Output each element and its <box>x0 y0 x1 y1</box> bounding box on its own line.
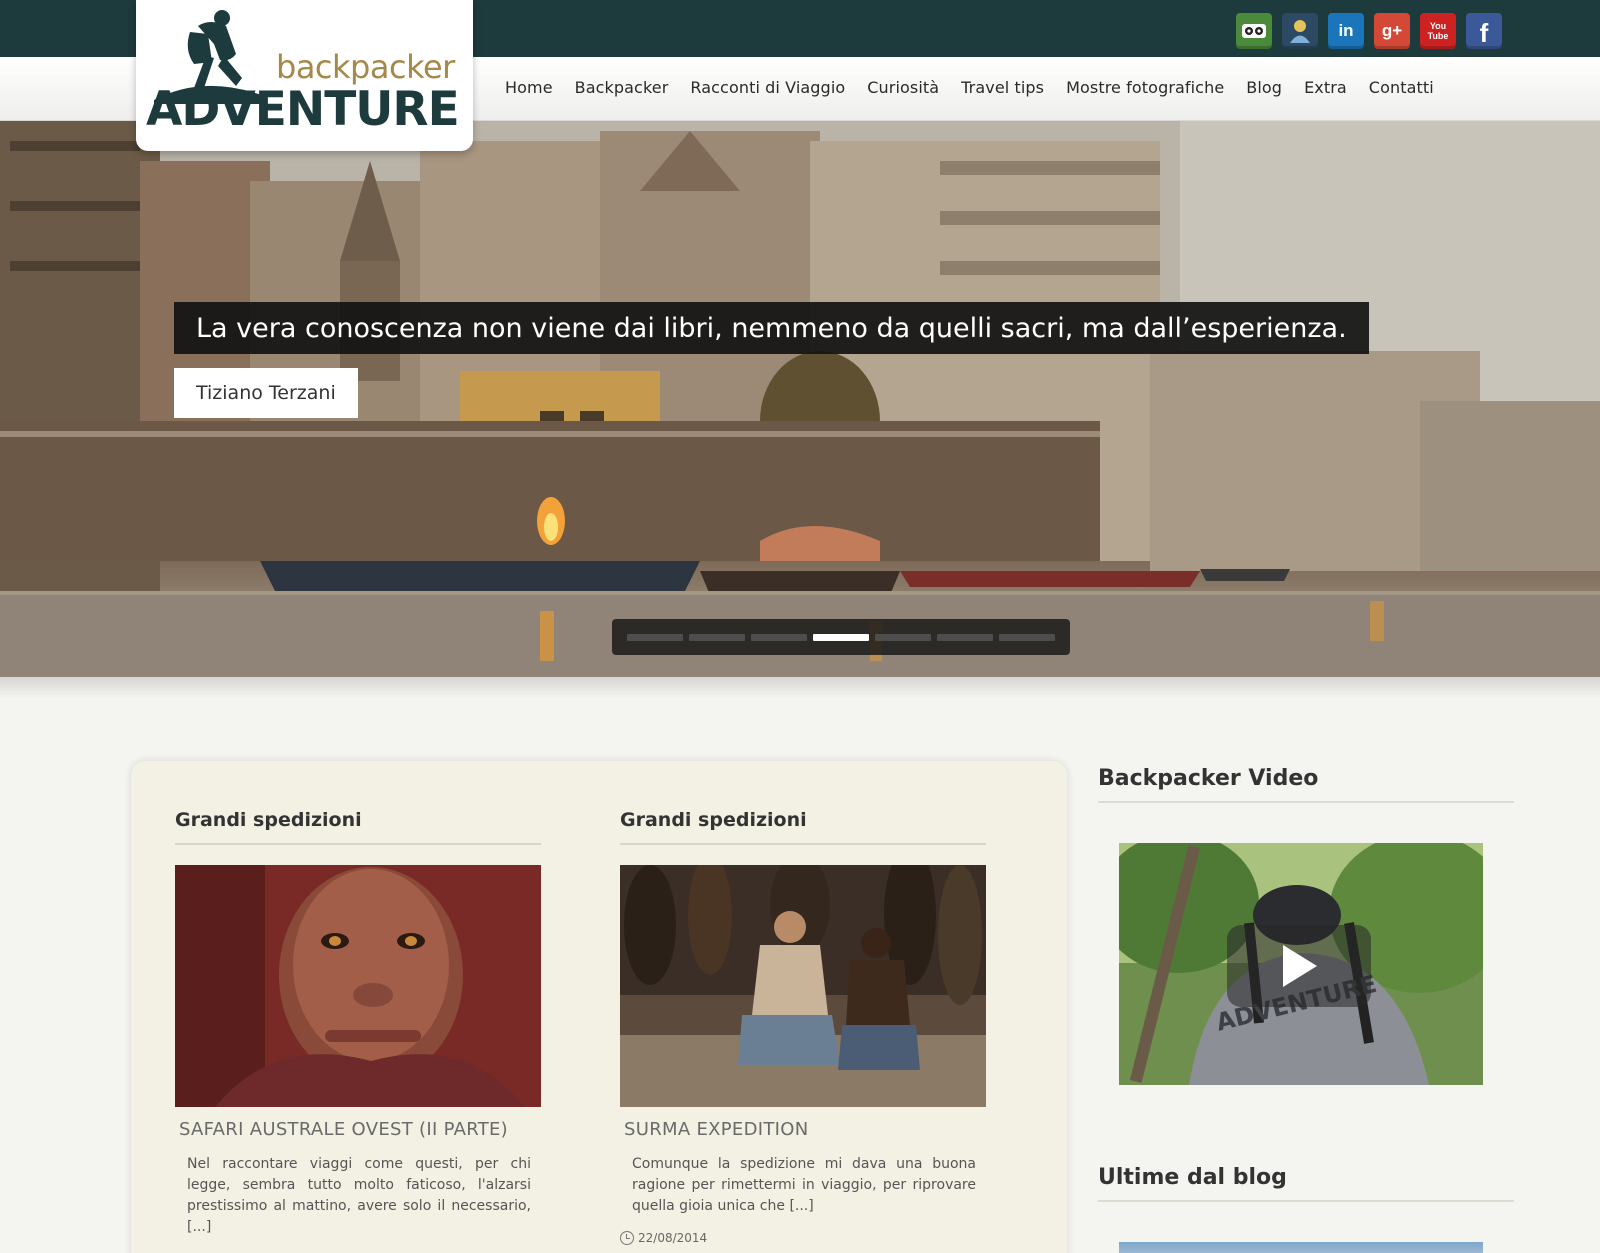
post-card: Grandi spedizioni SURMA EXPEDITION Comun… <box>620 761 986 1245</box>
child-portrait-image <box>175 865 541 1107</box>
linkedin-icon-label: in <box>1338 21 1354 40</box>
nav-travel-tips[interactable]: Travel tips <box>961 78 1044 97</box>
blog-post-thumbnail[interactable] <box>1119 1242 1483 1253</box>
tripadvisor-icon[interactable] <box>1236 13 1272 49</box>
tripadvisor-icon-glyph <box>1242 24 1266 38</box>
social-icons: in g+ You Tube f <box>1236 13 1502 49</box>
post-excerpt: Comunque la spedizione mi dava una buona… <box>632 1156 976 1214</box>
video-player[interactable]: ADVENTURE <box>1119 843 1483 1085</box>
nav-mostre-fotografiche[interactable]: Mostre fotografiche <box>1066 78 1224 97</box>
linkedin-icon[interactable]: in <box>1328 13 1364 49</box>
nav-home[interactable]: Home <box>505 78 553 97</box>
slider-pagination <box>612 619 1070 655</box>
post-date: 22/08/2014 <box>620 1231 986 1245</box>
clock-icon <box>620 1231 634 1245</box>
nav-extra[interactable]: Extra <box>1304 78 1347 97</box>
nav-backpacker[interactable]: Backpacker <box>575 78 669 97</box>
youtube-icon[interactable]: You Tube <box>1420 13 1456 49</box>
slide-dot-2[interactable] <box>689 633 745 641</box>
hero-slider: La vera conoscenza non viene dai libri, … <box>0 121 1600 677</box>
slide-dot-4[interactable] <box>813 633 869 641</box>
sidebar-blog-title: Ultime dal blog <box>1098 1165 1514 1202</box>
post-category[interactable]: Grandi spedizioni <box>620 809 986 845</box>
post-excerpt: Nel raccontare viaggi come questi, per c… <box>187 1156 531 1235</box>
facebook-icon-label: f <box>1479 18 1489 48</box>
play-icon <box>1283 945 1317 987</box>
slide-dot-7[interactable] <box>999 633 1055 641</box>
slide-dot-3[interactable] <box>751 633 807 641</box>
surma-tribe-image <box>620 865 986 1107</box>
nav-racconti-di-viaggio[interactable]: Racconti di Viaggio <box>690 78 845 97</box>
google-plus-icon-label: g+ <box>1381 21 1403 40</box>
post-category[interactable]: Grandi spedizioni <box>175 809 541 845</box>
profile-badge-icon-glyph <box>1290 20 1310 43</box>
hero-quote-author: Tiziano Terzani <box>174 368 358 418</box>
nav-curiosita[interactable]: Curiosità <box>867 78 939 97</box>
post-title[interactable]: SURMA EXPEDITION <box>620 1119 986 1140</box>
post-title[interactable]: SAFARI AUSTRALE OVEST (II PARTE) <box>175 1119 541 1140</box>
nav-blog[interactable]: Blog <box>1246 78 1282 97</box>
play-button[interactable] <box>1227 925 1371 1007</box>
hero-shadow <box>0 677 1600 699</box>
slide-dot-6[interactable] <box>937 633 993 641</box>
featured-posts-panel: Grandi spedizioni SAFARI AUSTRALE OVEST … <box>131 761 1067 1253</box>
site-logo[interactable]: backpacker ADVENTURE <box>136 0 473 151</box>
post-date-value: 22/08/2014 <box>638 1231 708 1245</box>
facebook-icon[interactable]: f <box>1466 13 1502 49</box>
sidebar-video-title: Backpacker Video <box>1098 766 1514 803</box>
post-thumbnail[interactable] <box>620 865 986 1107</box>
google-plus-icon[interactable]: g+ <box>1374 13 1410 49</box>
logo-text-adventure: ADVENTURE <box>146 82 460 137</box>
post-card: Grandi spedizioni SAFARI AUSTRALE OVEST … <box>175 761 541 1238</box>
youtube-icon-label: You Tube <box>1427 21 1449 41</box>
logo-text-backpacker: backpacker <box>276 48 455 86</box>
profile-badge-icon[interactable] <box>1282 13 1318 49</box>
slide-dot-1[interactable] <box>627 633 683 641</box>
hero-quote: La vera conoscenza non viene dai libri, … <box>174 302 1369 354</box>
nav-contatti[interactable]: Contatti <box>1369 78 1434 97</box>
post-thumbnail[interactable] <box>175 865 541 1107</box>
slide-dot-5[interactable] <box>875 633 931 641</box>
main-nav: Home Backpacker Racconti di Viaggio Curi… <box>505 78 1434 97</box>
